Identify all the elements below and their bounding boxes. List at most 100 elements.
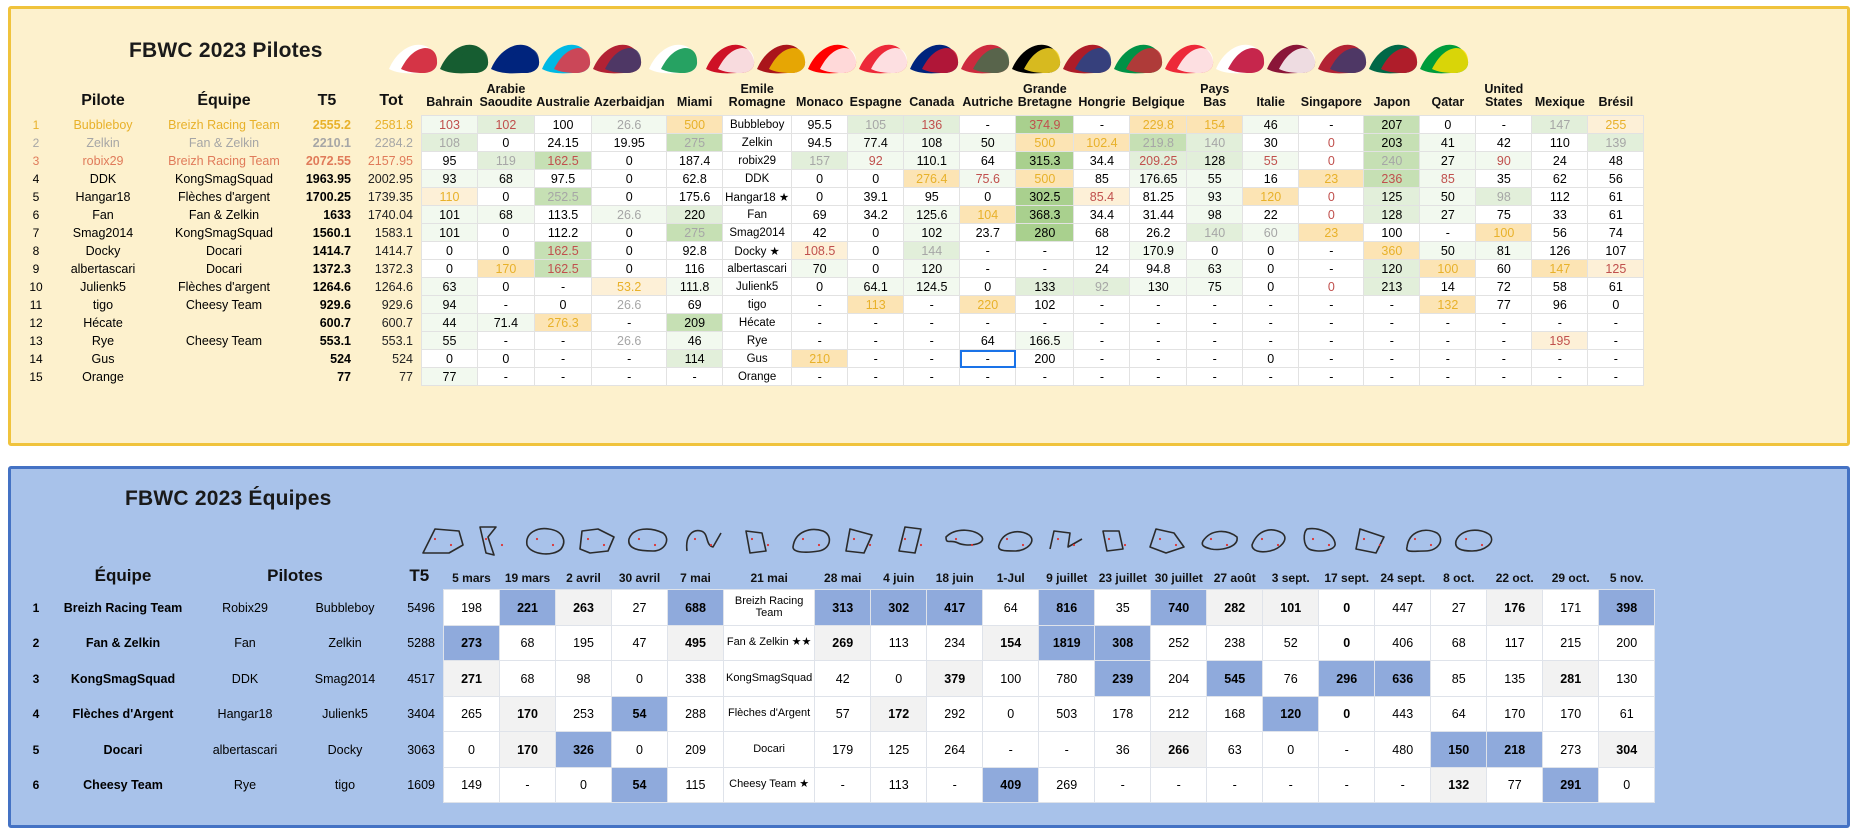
pilot-name[interactable]: robix29	[51, 152, 155, 170]
score-cell[interactable]: 0	[959, 277, 1017, 297]
score-cell[interactable]: 64	[959, 151, 1017, 171]
score-cell[interactable]: 170	[499, 731, 556, 768]
team-pilot-1[interactable]: Robix29	[195, 590, 295, 626]
pilot-name-repeat[interactable]: Rye	[722, 331, 793, 351]
score-cell[interactable]: 264	[926, 731, 984, 768]
score-cell[interactable]: 33	[1531, 205, 1589, 225]
score-cell[interactable]: 68	[1430, 624, 1488, 662]
score-cell[interactable]: 23.7	[959, 223, 1017, 243]
score-cell[interactable]: 0	[1242, 277, 1300, 297]
col-race-united-states[interactable]: United States	[1476, 81, 1532, 116]
score-cell[interactable]: 113	[870, 766, 928, 804]
score-cell[interactable]: 0	[1598, 766, 1656, 804]
score-cell[interactable]: 150	[1430, 731, 1488, 768]
score-cell[interactable]: 90	[1475, 151, 1533, 171]
score-cell[interactable]: 780	[1038, 660, 1096, 697]
score-cell[interactable]: -	[533, 331, 593, 351]
score-cell[interactable]: 273	[443, 624, 500, 662]
score-cell[interactable]: 170	[1486, 695, 1544, 733]
col-date-7-mai[interactable]: 7 mai	[668, 565, 724, 590]
score-cell[interactable]: -	[1475, 349, 1533, 369]
score-cell[interactable]: 273	[1542, 731, 1600, 768]
score-cell[interactable]: 130	[1129, 277, 1188, 297]
score-cell[interactable]: 98	[1186, 205, 1244, 225]
pilot-team[interactable]: Fan & Zelkin	[155, 206, 293, 224]
score-cell[interactable]: 110	[1531, 133, 1589, 153]
score-cell[interactable]: 85	[1419, 169, 1477, 189]
score-cell[interactable]: -	[1129, 313, 1188, 333]
score-cell[interactable]: 92	[847, 151, 905, 171]
score-cell[interactable]: 302.5	[1015, 187, 1075, 207]
score-cell[interactable]: 100	[1363, 223, 1421, 243]
score-cell[interactable]: 154	[1186, 115, 1244, 135]
score-cell[interactable]: 130	[1598, 660, 1656, 697]
pilot-name-repeat[interactable]: Julienk5	[722, 277, 793, 297]
score-cell[interactable]: 27	[1430, 589, 1488, 626]
score-cell[interactable]: 101	[421, 205, 478, 225]
score-cell[interactable]: 187.4	[666, 151, 724, 171]
score-cell[interactable]: 81	[1475, 241, 1533, 261]
score-cell[interactable]: 0	[1242, 241, 1300, 261]
score-cell[interactable]: 304	[1598, 731, 1656, 768]
score-cell[interactable]: 168	[1206, 695, 1264, 733]
score-cell[interactable]: 60	[1475, 259, 1533, 279]
score-cell[interactable]: 315.3	[1015, 151, 1075, 171]
pilot-name[interactable]: Docky	[51, 242, 155, 260]
score-cell[interactable]: 209	[667, 731, 724, 768]
score-cell[interactable]: 0	[1298, 151, 1365, 171]
score-cell[interactable]: 172	[870, 695, 928, 733]
score-cell[interactable]: -	[1186, 331, 1244, 351]
score-cell[interactable]: 26.2	[1129, 223, 1188, 243]
score-cell[interactable]: 77	[421, 367, 478, 387]
score-cell[interactable]: 406	[1374, 624, 1432, 662]
score-cell[interactable]: 117	[1486, 624, 1544, 662]
score-cell[interactable]: -	[1587, 349, 1645, 369]
score-cell[interactable]: 0	[1419, 115, 1477, 135]
score-cell[interactable]: 53.2	[591, 277, 668, 297]
score-cell[interactable]: -	[1363, 295, 1421, 315]
score-cell[interactable]: 162.5	[533, 259, 593, 279]
score-cell[interactable]: 100	[1419, 259, 1477, 279]
score-cell[interactable]: 113	[847, 295, 905, 315]
pilot-team[interactable]: Fan & Zelkin	[155, 134, 293, 152]
score-cell[interactable]: 275	[666, 223, 724, 243]
pilot-name-repeat[interactable]: Zelkin	[722, 133, 793, 153]
score-cell[interactable]: 0	[870, 660, 928, 697]
score-cell[interactable]: -	[1419, 313, 1477, 333]
team-name[interactable]: Cheesy Team	[51, 767, 195, 803]
score-cell[interactable]: 0	[791, 277, 849, 297]
score-cell[interactable]: 0	[421, 259, 478, 279]
score-cell[interactable]: 61	[1587, 277, 1645, 297]
score-cell[interactable]: 296	[1318, 660, 1376, 697]
score-cell[interactable]: 36	[1094, 731, 1152, 768]
score-cell[interactable]: 12	[1073, 241, 1131, 261]
score-cell[interactable]: 0	[477, 349, 535, 369]
score-cell[interactable]: -	[847, 331, 905, 351]
score-cell[interactable]: 162.5	[533, 151, 593, 171]
score-cell[interactable]: 27	[611, 589, 668, 626]
score-cell[interactable]: 154	[982, 624, 1040, 662]
score-cell[interactable]: 207	[1363, 115, 1421, 135]
score-cell[interactable]: 0	[1186, 241, 1244, 261]
score-cell[interactable]: 276.4	[903, 169, 961, 189]
score-cell[interactable]: -	[1015, 259, 1075, 279]
score-cell[interactable]: -	[1318, 731, 1376, 768]
score-cell[interactable]: 0	[1587, 295, 1645, 315]
col-race-japon[interactable]: Japon	[1364, 81, 1420, 116]
col-date-2-avril[interactable]: 2 avril	[556, 565, 612, 590]
score-cell[interactable]: -	[1587, 331, 1645, 351]
pilot-name[interactable]: Zelkin	[51, 134, 155, 152]
score-cell[interactable]: 0	[591, 241, 668, 261]
score-cell[interactable]: 139	[1587, 133, 1645, 153]
score-cell[interactable]: 42	[791, 223, 849, 243]
score-cell[interactable]: -	[1073, 367, 1131, 387]
table-row[interactable]: 5 Hangar18 Flèches d'argent 1700.25 1739.35 1…	[21, 187, 1645, 207]
col-date-8-oct-[interactable]: 8 oct.	[1431, 565, 1487, 590]
col-race-azerbaidjan[interactable]: Azerbaidjan	[592, 81, 667, 116]
score-cell[interactable]: 132	[1430, 766, 1488, 804]
col-race-arabie-saoudite[interactable]: Arabie Saoudite	[478, 81, 535, 116]
col-race-mexique[interactable]: Mexique	[1532, 81, 1588, 116]
score-cell[interactable]: 132	[1419, 295, 1477, 315]
score-cell[interactable]: -	[1015, 367, 1075, 387]
score-cell[interactable]: 0	[477, 223, 535, 243]
